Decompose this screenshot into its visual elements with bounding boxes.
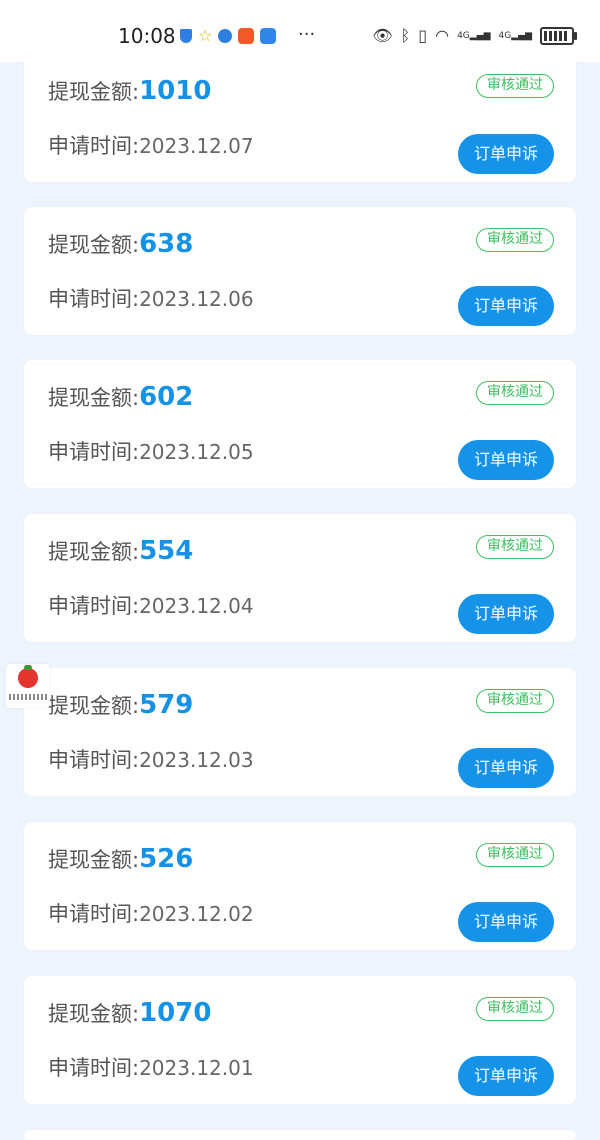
signal-icon: 4G▂▄▆ [498,30,532,41]
apply-time-row: 申请时间: 2023.12.02 [48,898,254,928]
app-icon [238,28,255,44]
order-appeal-button[interactable]: 订单申诉 [458,594,554,634]
star-icon: ☆ [198,26,213,45]
withdrawal-record-card: 提现金额: 1010 申请时间: 2023.12.07 审核通过 订单申诉 [24,54,576,182]
amount-label: 提现金额: [48,233,140,257]
amount-value: 602 [139,382,194,412]
amount-label: 提现金额: [48,386,140,410]
apply-time-row: 申请时间: 2023.12.01 [48,1052,254,1082]
withdrawal-record-card: 提现金额: 638 申请时间: 2023.12.06 审核通过 订单申诉 [24,207,576,335]
status-bar: 10:08 ☆ ··· 👁 ᛒ ▯ ◠ 4G▂▄▆ 4G▂▄▆ [0,0,600,62]
withdrawal-record-card: 提现金额: 526 申请时间: 2023.12.02 审核通过 订单申诉 [24,822,576,950]
vibrate-icon: ▯ [418,26,428,45]
apply-time-label: 申请时间: [48,1056,140,1080]
amount-value: 526 [139,844,194,874]
system-icons: 👁 ᛒ ▯ ◠ 4G▂▄▆ 4G▂▄▆ [372,26,577,45]
battery-icon [540,26,577,45]
amount-value: 579 [139,690,194,720]
status-badge: 审核通过 [476,843,554,867]
amount-row: 提现金额: 1070 [48,998,211,1028]
status-badge: 审核通过 [476,689,554,713]
order-appeal-button[interactable]: 订单申诉 [458,902,554,942]
amount-row: 提现金额: 579 [48,690,193,720]
status-badge: 审核通过 [476,997,554,1021]
status-time: 10:08 [118,24,176,48]
more-notifications-icon: ··· [298,24,316,45]
bluetooth-icon: ᛒ [400,26,411,45]
amount-row: 提现金额: 602 [48,382,193,412]
amount-value: 554 [139,536,194,566]
apply-date: 2023.12.06 [139,287,254,311]
notification-icons: ☆ [180,26,277,45]
apply-date: 2023.12.07 [139,134,254,158]
apply-time-label: 申请时间: [48,902,140,926]
status-badge: 审核通过 [476,381,554,405]
floating-tomato-badge[interactable] [6,664,50,708]
apply-time-row: 申请时间: 2023.12.07 [48,130,254,160]
amount-value: 1010 [139,76,212,106]
amount-label: 提现金额: [48,848,140,872]
apply-time-label: 申请时间: [48,287,140,311]
order-appeal-button[interactable]: 订单申诉 [458,134,554,174]
status-badge: 审核通过 [476,535,554,559]
withdrawal-record-card: 提现金额: 602 申请时间: 2023.12.05 审核通过 订单申诉 [24,360,576,488]
status-badge: 审核通过 [476,228,554,252]
apply-time-label: 申请时间: [48,594,140,618]
amount-value: 638 [139,229,194,259]
apply-date: 2023.12.04 [139,594,254,618]
amount-row: 提现金额: 526 [48,844,193,874]
apply-time-row: 申请时间: 2023.12.05 [48,436,254,466]
globe-icon [218,29,233,43]
eye-icon: 👁 [372,26,393,45]
apply-date: 2023.12.02 [139,902,254,926]
status-badge: 审核通过 [476,74,554,98]
order-appeal-button[interactable]: 订单申诉 [458,440,554,480]
amount-row: 提现金额: 638 [48,229,193,259]
tomato-icon [18,668,38,688]
signal-icon: 4G▂▄▆ [457,30,491,41]
withdrawal-record-card: 提现金额: 1070 申请时间: 2023.12.01 审核通过 订单申诉 [24,976,576,1104]
amount-value: 1070 [139,998,212,1028]
leaf-icon [24,665,32,670]
shield-icon [180,29,192,43]
amount-row: 提现金额: 1010 [48,76,211,106]
amount-label: 提现金额: [48,694,140,718]
apply-date: 2023.12.05 [139,440,254,464]
apply-time-label: 申请时间: [48,748,140,772]
cloud-icon [260,28,277,44]
withdrawal-record-card: 提现金额: 579 申请时间: 2023.12.03 审核通过 订单申诉 [24,668,576,796]
apply-time-row: 申请时间: 2023.12.03 [48,744,254,774]
withdrawal-record-card: 提现金额: 554 申请时间: 2023.12.04 审核通过 订单申诉 [24,514,576,642]
apply-date: 2023.12.01 [139,1056,254,1080]
withdrawal-record-card-partial [24,1130,576,1140]
apply-time-label: 申请时间: [48,440,140,464]
order-appeal-button[interactable]: 订单申诉 [458,286,554,326]
apply-time-label: 申请时间: [48,134,140,158]
badge-caption-graphic [9,694,47,700]
amount-label: 提现金额: [48,1002,140,1026]
order-appeal-button[interactable]: 订单申诉 [458,748,554,788]
apply-time-row: 申请时间: 2023.12.06 [48,283,254,313]
amount-label: 提现金额: [48,80,140,104]
amount-label: 提现金额: [48,540,140,564]
apply-date: 2023.12.03 [139,748,254,772]
wifi-icon: ◠ [435,26,450,45]
order-appeal-button[interactable]: 订单申诉 [458,1056,554,1096]
apply-time-row: 申请时间: 2023.12.04 [48,590,254,620]
amount-row: 提现金额: 554 [48,536,193,566]
